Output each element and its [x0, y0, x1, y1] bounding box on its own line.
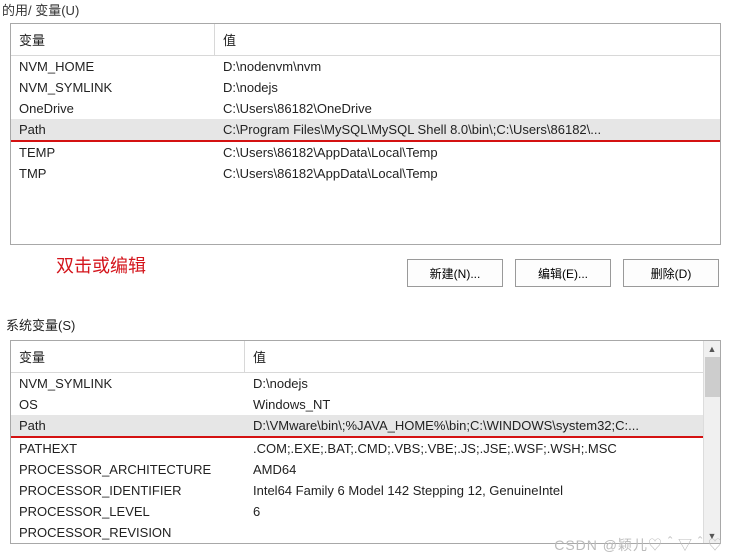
var-name-cell: PROCESSOR_LEVEL [11, 501, 245, 522]
table-row[interactable]: OSWindows_NT [11, 394, 703, 415]
var-name-cell: PROCESSOR_ARCHITECTURE [11, 459, 245, 480]
table-row[interactable]: TMPC:\Users\86182\AppData\Local\Temp [11, 163, 720, 184]
var-name-cell: NVM_HOME [11, 56, 215, 77]
col-header-value[interactable]: 值 [245, 341, 703, 372]
col-header-value[interactable]: 值 [215, 24, 720, 55]
var-value-cell: D:\nodejs [245, 373, 703, 394]
var-value-cell: C:\Users\86182\OneDrive [215, 98, 720, 119]
table-row[interactable]: NVM_HOMED:\nodenvm\nvm [11, 56, 720, 77]
table-row[interactable]: NVM_SYMLINKD:\nodejs [11, 77, 720, 98]
var-name-cell: OS [11, 394, 245, 415]
edit-button[interactable]: 编辑(E)... [515, 259, 611, 287]
var-name-cell: OneDrive [11, 98, 215, 119]
user-vars-table: 变量 值 NVM_HOMED:\nodenvm\nvmNVM_SYMLINKD:… [10, 23, 721, 245]
var-name-cell: TEMP [11, 142, 215, 163]
system-vars-header: 变量 值 [11, 341, 703, 373]
system-vars-table: 变量 值 NVM_SYMLINKD:\nodejsOSWindows_NTPat… [10, 340, 721, 544]
var-name-cell: Path [11, 119, 215, 140]
var-name-cell: Path [11, 415, 245, 436]
table-row[interactable]: NVM_SYMLINKD:\nodejs [11, 373, 703, 394]
scrollbar[interactable]: ▲ ▼ [703, 341, 720, 543]
table-row[interactable]: PathC:\Program Files\MySQL\MySQL Shell 8… [11, 119, 720, 142]
var-value-cell: .COM;.EXE;.BAT;.CMD;.VBS;.VBE;.JS;.JSE;.… [245, 438, 703, 459]
var-value-cell: D:\VMware\bin\;%JAVA_HOME%\bin;C:\WINDOW… [245, 415, 703, 436]
var-name-cell: NVM_SYMLINK [11, 77, 215, 98]
col-header-variable[interactable]: 变量 [11, 341, 245, 372]
new-button[interactable]: 新建(N)... [407, 259, 503, 287]
var-name-cell: NVM_SYMLINK [11, 373, 245, 394]
var-value-cell [245, 522, 703, 543]
col-header-variable[interactable]: 变量 [11, 24, 215, 55]
var-value-cell: D:\nodejs [215, 77, 720, 98]
var-name-cell: PROCESSOR_IDENTIFIER [11, 480, 245, 501]
var-value-cell: C:\Users\86182\AppData\Local\Temp [215, 163, 720, 184]
table-row[interactable]: PROCESSOR_ARCHITECTUREAMD64 [11, 459, 703, 480]
var-name-cell: TMP [11, 163, 215, 184]
table-row[interactable]: PROCESSOR_IDENTIFIERIntel64 Family 6 Mod… [11, 480, 703, 501]
scroll-thumb[interactable] [705, 357, 720, 397]
table-row[interactable]: TEMPC:\Users\86182\AppData\Local\Temp [11, 142, 720, 163]
table-row[interactable]: PROCESSOR_LEVEL6 [11, 501, 703, 522]
var-value-cell: 6 [245, 501, 703, 522]
var-value-cell: C:\Users\86182\AppData\Local\Temp [215, 142, 720, 163]
table-row[interactable]: PathD:\VMware\bin\;%JAVA_HOME%\bin;C:\WI… [11, 415, 703, 438]
var-value-cell: C:\Program Files\MySQL\MySQL Shell 8.0\b… [215, 119, 720, 140]
var-name-cell: PATHEXT [11, 438, 245, 459]
var-value-cell: AMD64 [245, 459, 703, 480]
var-name-cell: PROCESSOR_REVISION [11, 522, 245, 543]
user-vars-header: 变量 值 [11, 24, 720, 56]
scroll-down-icon[interactable]: ▼ [705, 528, 720, 543]
var-value-cell: Intel64 Family 6 Model 142 Stepping 12, … [245, 480, 703, 501]
delete-button[interactable]: 删除(D) [623, 259, 719, 287]
var-value-cell: D:\nodenvm\nvm [215, 56, 720, 77]
annotation-double-click: 双击或编辑 [56, 252, 146, 278]
user-vars-title-fragment: 的用/ 变量(U) [0, 0, 731, 21]
table-row[interactable]: PROCESSOR_REVISION [11, 522, 703, 543]
var-value-cell: Windows_NT [245, 394, 703, 415]
scroll-up-icon[interactable]: ▲ [705, 341, 720, 356]
system-vars-label: 系统变量(S) [0, 305, 731, 340]
table-row[interactable]: PATHEXT.COM;.EXE;.BAT;.CMD;.VBS;.VBE;.JS… [11, 438, 703, 459]
table-row[interactable]: OneDriveC:\Users\86182\OneDrive [11, 98, 720, 119]
